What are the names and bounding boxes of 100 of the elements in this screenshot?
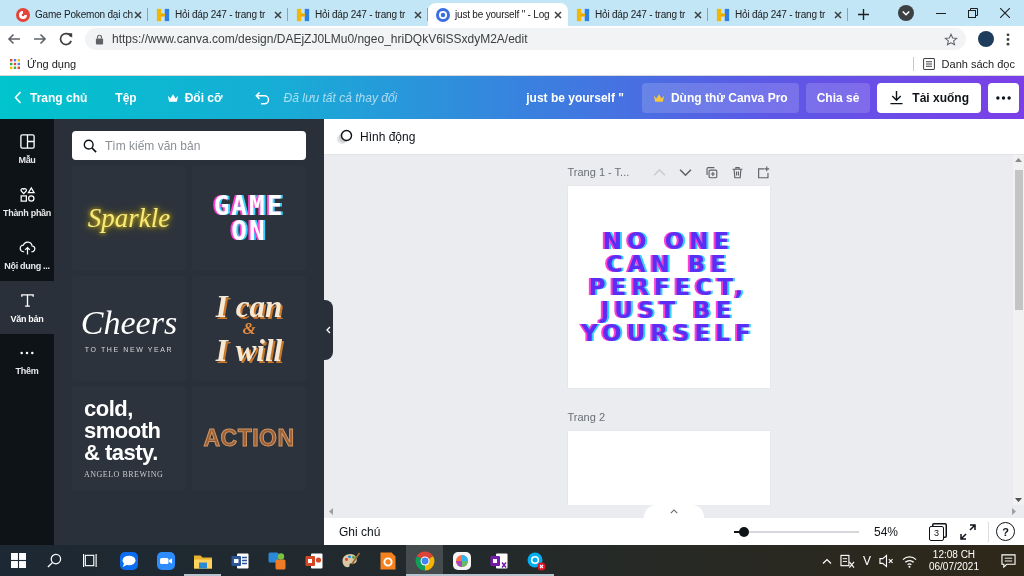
input-method-indicator[interactable]: V <box>862 553 871 568</box>
star-icon[interactable] <box>944 32 958 46</box>
animate-button[interactable]: Hình động <box>336 128 416 145</box>
chevron-up-icon[interactable] <box>821 557 832 564</box>
scroll-up-icon[interactable] <box>1015 158 1022 162</box>
reload-icon[interactable] <box>59 32 73 46</box>
swirl-favicon-icon <box>16 7 30 22</box>
preview-title: Sparkle <box>87 203 171 234</box>
zoom-percentage[interactable]: 54% <box>874 524 904 539</box>
browser-tab[interactable]: Hỏi đáp 247 - trang tr <box>148 3 288 26</box>
circles-icon <box>336 128 353 145</box>
add-page-icon[interactable] <box>756 165 770 179</box>
close-icon[interactable] <box>274 10 282 19</box>
logo-with-badge-icon <box>525 550 546 571</box>
crown-icon <box>166 92 179 103</box>
quote-text[interactable]: NO ONE CAN BE PERFECT, JUST BE YOURSELF <box>570 229 767 345</box>
cloud-upload-icon <box>18 238 36 256</box>
sidebar-tab[interactable]: Mẫu <box>0 122 54 175</box>
list-icon <box>922 57 935 70</box>
search-icon <box>83 138 97 153</box>
bars-favicon-icon <box>156 7 170 22</box>
video-camera-icon <box>155 550 176 571</box>
wheel-logo-icon <box>451 550 472 571</box>
text-tool-icon <box>18 291 36 309</box>
preview-subtitle: ANGELO BREWING <box>84 470 164 479</box>
close-icon[interactable] <box>414 10 422 19</box>
plus-icon[interactable] <box>858 9 869 20</box>
bars-favicon-icon <box>576 7 590 22</box>
expand-icon[interactable] <box>960 523 976 540</box>
menu-icon[interactable] <box>1006 32 1010 46</box>
lock-icon <box>95 33 104 45</box>
apps-grid-icon <box>10 58 20 69</box>
pro-trial-button[interactable]: Dùng thử Canva Pro <box>641 82 799 113</box>
scroll-down-icon[interactable] <box>1015 498 1022 502</box>
restore-icon[interactable] <box>968 8 978 18</box>
bars-favicon-icon <box>296 7 310 22</box>
clock-button[interactable]: 12:08 CH 06/07/2021 <box>924 548 983 573</box>
three-dots-icon <box>996 95 1011 100</box>
browser-tab[interactable]: Hỏi đáp 247 - trang tr <box>568 3 708 26</box>
vertical-scrollbar[interactable] <box>1013 155 1024 505</box>
speaker-muted-icon[interactable] <box>878 553 894 568</box>
design-page[interactable]: NO ONE CAN BE PERFECT, JUST BE YOURSELF <box>567 186 770 388</box>
search-icon[interactable] <box>46 553 62 568</box>
duplicate-icon[interactable] <box>704 165 718 179</box>
search-field[interactable]: Tìm kiếm văn bản <box>72 131 306 160</box>
ring-logo-icon <box>414 550 435 571</box>
preview-title: I will <box>215 336 283 365</box>
horizontal-scrollbar[interactable] <box>324 505 1024 518</box>
notes-button[interactable]: Ghi chú <box>339 524 381 539</box>
tiles-icon <box>266 550 287 571</box>
chevron-left-icon <box>326 326 331 334</box>
browser-tab[interactable]: Game Pokemon đại ch <box>8 3 148 26</box>
trash-icon[interactable] <box>730 165 744 179</box>
sidebar-tab[interactable]: Nội dung ... <box>0 228 54 281</box>
layout-icon <box>18 132 36 150</box>
zoom-slider-thumb[interactable] <box>739 526 749 537</box>
reading-list-button[interactable]: Danh sách đọc <box>922 57 1015 70</box>
page-title[interactable]: Trang 1 - T... <box>567 166 630 178</box>
avatar-icon[interactable] <box>978 31 994 47</box>
preview-title: ACTION <box>203 425 295 452</box>
address-bar[interactable]: https://www.canva.com/design/DAEjZJ0LMu0/ngeo_hriDQkV6lSSxdyM2A/edit <box>85 28 966 50</box>
preview-title: & <box>242 321 256 336</box>
undo-icon[interactable] <box>254 90 270 105</box>
close-icon[interactable] <box>554 10 562 19</box>
collapse-panel-button[interactable] <box>324 300 333 360</box>
window-panes-icon[interactable] <box>10 553 26 568</box>
browser-tab[interactable]: Hỏi đáp 247 - trang tr <box>708 3 848 26</box>
task-view-icon[interactable] <box>82 553 98 568</box>
forward-arrow-icon[interactable] <box>33 32 47 46</box>
scrollbar-thumb[interactable] <box>1014 170 1023 310</box>
circle-favicon-icon <box>436 7 450 22</box>
close-icon[interactable] <box>694 10 702 19</box>
tab-search-icon[interactable] <box>898 5 914 21</box>
sidebar-tab[interactable]: Văn bản <box>0 281 54 334</box>
crown-icon <box>652 92 665 103</box>
notebook-tray-icon[interactable] <box>839 553 855 568</box>
close-icon[interactable] <box>134 10 142 19</box>
back-arrow-icon[interactable] <box>7 32 21 46</box>
download-button[interactable]: Tải xuống <box>877 82 981 113</box>
notification-icon[interactable] <box>1001 553 1016 568</box>
shapes-icon <box>18 185 36 203</box>
browser-tab[interactable]: Hỏi đáp 247 - trang tr <box>288 3 428 26</box>
share-button[interactable]: Chia sẻ <box>805 82 871 113</box>
preview-title: I can <box>215 292 283 321</box>
page-title[interactable]: Trang 2 <box>567 411 605 423</box>
browser-tab[interactable]: just be yourself " - Log <box>428 3 568 26</box>
wifi-icon[interactable] <box>901 553 917 568</box>
apps-shortcut[interactable]: Ứng dụng <box>10 57 77 70</box>
close-icon[interactable] <box>1000 8 1010 18</box>
design-title[interactable]: just be yourself " <box>526 90 624 105</box>
close-icon[interactable] <box>834 10 842 19</box>
sidebar-tab[interactable]: Thành phần <box>0 175 54 228</box>
bars-favicon-icon <box>716 7 730 22</box>
sidebar-tab[interactable]: Thêm <box>0 334 54 387</box>
chevron-up-icon <box>670 509 678 514</box>
more-button[interactable] <box>988 82 1019 113</box>
chevron-left-icon <box>14 91 22 104</box>
save-status: Đã lưu tất cả thay đổi <box>283 90 398 105</box>
preview-title: Cheers <box>80 304 178 342</box>
minimize-icon[interactable] <box>936 12 946 14</box>
